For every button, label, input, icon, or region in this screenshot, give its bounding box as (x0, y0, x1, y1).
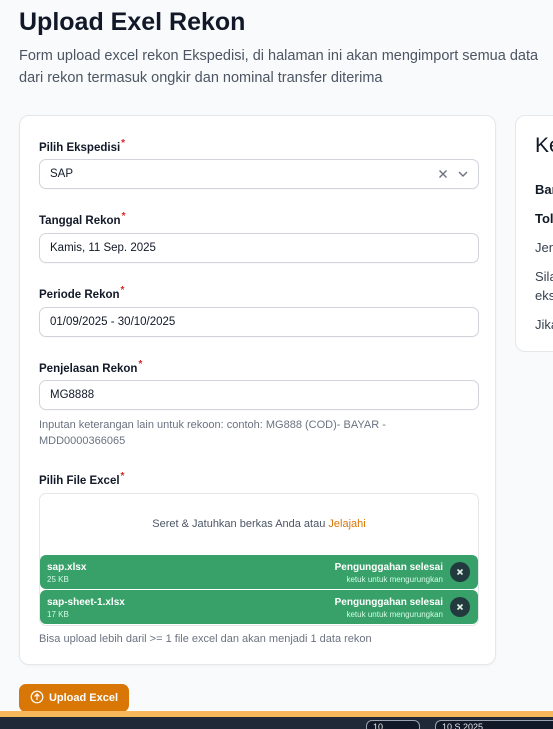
dropzone-instructions: Seret & Jatuhkan berkas Anda atau Jelaja… (152, 518, 366, 530)
file-name: sap.xlsx (47, 562, 87, 573)
upload-status: Pengunggahan selesai (334, 597, 443, 608)
penjelasan-label: Penjelasan Rekon* (39, 359, 143, 375)
remove-file-icon[interactable] (450, 597, 470, 617)
ekspedisi-label: Pilih Ekspedisi* (39, 138, 126, 154)
upload-excel-button[interactable]: Upload Excel (19, 684, 129, 712)
penjelasan-input[interactable]: MG8888 (39, 380, 479, 410)
page-title: Upload Exel Rekon (19, 8, 246, 36)
file-name: sap-sheet-1.xlsx (47, 597, 125, 608)
info-line: Bar (535, 182, 553, 197)
upload-form-card: Pilih Ekspedisi* SAP Tanggal Rekon* Kami… (19, 115, 496, 665)
info-line: Jen (535, 240, 553, 255)
ekspedisi-value: SAP (50, 168, 74, 180)
info-line: Tol (535, 211, 553, 226)
upload-icon (30, 690, 44, 707)
chevron-down-icon[interactable] (456, 166, 470, 182)
required-marker: * (120, 285, 125, 296)
tanggal-input[interactable]: Kamis, 11 Sep. 2025 (39, 233, 479, 263)
required-marker: * (121, 211, 126, 222)
periode-value: 01/09/2025 - 30/10/2025 (50, 316, 176, 328)
upload-excel-label: Upload Excel (48, 692, 119, 704)
required-marker: * (138, 359, 143, 370)
file-item[interactable]: sap-sheet-1.xlsx 17 KB Pengunggahan sele… (40, 590, 478, 624)
bottom-toolbar: 10 10 S 2025 (0, 717, 553, 729)
undo-hint: ketuk untuk mengurungkan (346, 575, 443, 584)
clear-icon[interactable] (436, 166, 450, 182)
file-hint: Bisa upload lebih daril >= 1 file excel … (39, 633, 372, 645)
info-line: Jika (535, 317, 553, 332)
undo-hint: ketuk untuk mengurungkan (346, 610, 443, 619)
penjelasan-value: MG8888 (50, 389, 95, 401)
file-size: 17 KB (47, 610, 69, 619)
required-marker: * (120, 471, 125, 482)
info-card-title: Ke (535, 134, 553, 157)
page-description: Form upload excel rekon Ekspedisi, di ha… (19, 48, 539, 86)
file-item[interactable]: sap.xlsx 25 KB Pengunggahan selesai ketu… (40, 555, 478, 589)
tanggal-value: Kamis, 11 Sep. 2025 (50, 242, 156, 254)
toolbar-pill[interactable]: 10 (366, 720, 420, 729)
file-dropzone[interactable]: Seret & Jatuhkan berkas Anda atau Jelaja… (39, 493, 479, 626)
remove-file-icon[interactable] (450, 562, 470, 582)
browse-link[interactable]: Jelajahi (328, 518, 365, 530)
info-line: Sila (535, 269, 553, 284)
periode-label: Periode Rekon* (39, 285, 125, 301)
periode-input[interactable]: 01/09/2025 - 30/10/2025 (39, 307, 479, 337)
file-label: Pilih File Excel* (39, 471, 125, 487)
required-marker: * (121, 138, 126, 149)
ekspedisi-select[interactable]: SAP (39, 159, 479, 189)
upload-status: Pengunggahan selesai (334, 562, 443, 573)
toolbar-date-pill[interactable]: 10 S 2025 (435, 720, 553, 729)
tanggal-label: Tanggal Rekon* (39, 211, 126, 227)
file-size: 25 KB (47, 575, 69, 584)
info-card: Ke Bar Tol Jen Sila eks Jika (515, 115, 553, 352)
penjelasan-hint: Inputan keterangan lain untuk rekoon: co… (39, 419, 386, 447)
info-line: eks (535, 288, 553, 303)
